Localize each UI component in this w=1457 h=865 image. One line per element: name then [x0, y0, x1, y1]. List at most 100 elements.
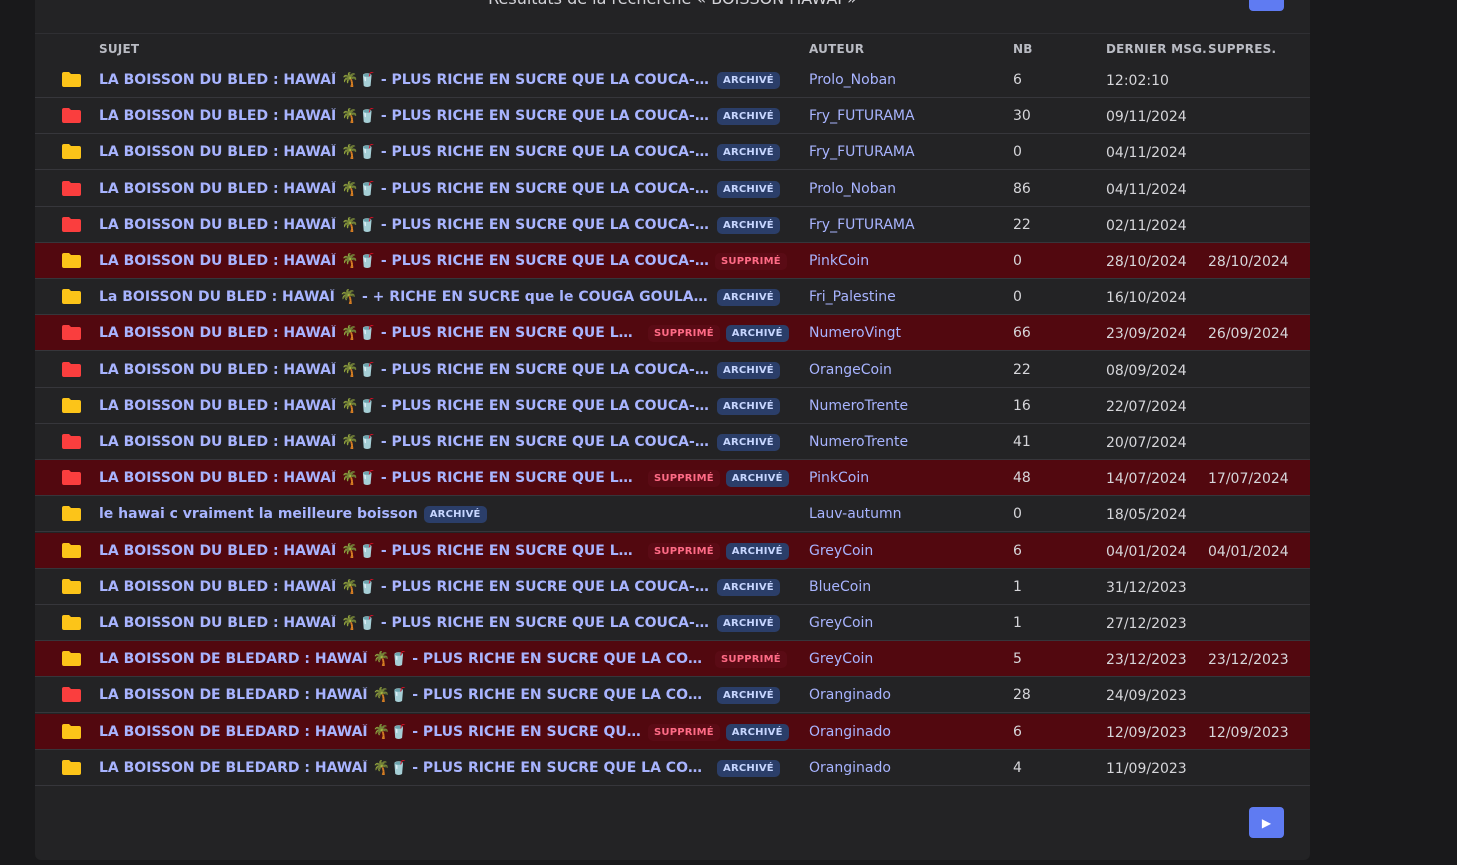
topic-author[interactable]: Fry_FUTURAMA [809, 108, 915, 124]
topic-link[interactable]: LA BOISSON DE BLEDARD : HAWAÏ 🌴🥤 - PLUS … [99, 687, 711, 703]
topic-link[interactable]: LA BOISSON DU BLED : HAWAÏ 🌴🥤 - PLUS RIC… [99, 470, 642, 486]
top-pagination-button[interactable] [1249, 0, 1284, 11]
topic-author[interactable]: GreyCoin [809, 615, 873, 631]
topic-row[interactable]: LA BOISSON DU BLED : HAWAÏ 🌴🥤 - PLUS RIC… [35, 62, 1310, 98]
column-header-subject[interactable]: SUJET [99, 42, 139, 56]
next-page-button[interactable]: ▶ [1249, 807, 1284, 838]
topic-row[interactable]: le hawai c vraiment la meilleure boisson… [35, 496, 1310, 532]
topic-link[interactable]: LA BOISSON DU BLED : HAWAÏ 🌴🥤 - PLUS RIC… [99, 579, 711, 595]
topic-last-message[interactable]: 12/09/2023 [1106, 725, 1187, 741]
topic-link[interactable]: LA BOISSON DU BLED : HAWAÏ 🌴🥤 - PLUS RIC… [99, 325, 642, 341]
column-header-last-message[interactable]: DERNIER MSG. [1106, 42, 1207, 56]
topic-subject: LA BOISSON DU BLED : HAWAÏ 🌴🥤 - PLUS RIC… [99, 541, 789, 561]
topic-link[interactable]: LA BOISSON DE BLEDARD : HAWAÏ 🌴🥤 - PLUS … [99, 724, 642, 740]
topic-last-message[interactable]: 31/12/2023 [1106, 580, 1187, 596]
topic-link[interactable]: LA BOISSON DU BLED : HAWAÏ 🌴🥤 - PLUS RIC… [99, 362, 711, 378]
topic-last-message[interactable]: 09/11/2024 [1106, 109, 1187, 125]
topic-row[interactable]: LA BOISSON DU BLED : HAWAÏ 🌴🥤 - PLUS RIC… [35, 460, 1310, 496]
topic-link[interactable]: LA BOISSON DU BLED : HAWAÏ 🌴🥤 - PLUS RIC… [99, 144, 711, 160]
topic-author[interactable]: GreyCoin [809, 543, 873, 559]
topic-author[interactable]: BlueCoin [809, 579, 871, 595]
topic-link[interactable]: LA BOISSON DU BLED : HAWAÏ 🌴🥤 - PLUS RIC… [99, 108, 711, 124]
topic-subject: LA BOISSON DE BLEDARD : HAWAÏ 🌴🥤 - PLUS … [99, 722, 789, 742]
folder-icon [62, 72, 81, 87]
topic-author[interactable]: GreyCoin [809, 651, 873, 667]
topic-last-message[interactable]: 22/07/2024 [1106, 399, 1187, 415]
topic-link[interactable]: LA BOISSON DU BLED : HAWAÏ 🌴🥤 - PLUS RIC… [99, 398, 711, 414]
topic-last-message[interactable]: 14/07/2024 [1106, 471, 1187, 487]
topic-author[interactable]: Fry_FUTURAMA [809, 144, 915, 160]
topic-author[interactable]: Prolo_Noban [809, 181, 896, 197]
topic-link[interactable]: LA BOISSON DU BLED : HAWAÏ 🌴🥤 - PLUS RIC… [99, 253, 709, 269]
topic-author[interactable]: Oranginado [809, 687, 891, 703]
topic-row[interactable]: LA BOISSON DU BLED : HAWAÏ 🌴🥤 - PLUS RIC… [35, 315, 1310, 351]
topic-last-message[interactable]: 18/05/2024 [1106, 507, 1187, 523]
topic-author[interactable]: Oranginado [809, 760, 891, 776]
topic-link[interactable]: LA BOISSON DU BLED : HAWAÏ 🌴🥤 - PLUS RIC… [99, 434, 711, 450]
topic-deleted-date: 23/12/2023 [1208, 652, 1289, 668]
topic-last-message[interactable]: 04/11/2024 [1106, 145, 1187, 161]
topic-author[interactable]: Lauv-autumn [809, 506, 902, 522]
archived-badge: ARCHIVÉ [717, 107, 780, 125]
topic-last-message[interactable]: 12:02:10 [1106, 73, 1169, 89]
topic-link[interactable]: LA BOISSON DE BLEDARD : HAWAÏ 🌴🥤 - PLUS … [99, 651, 709, 667]
topic-last-message[interactable]: 23/09/2024 [1106, 326, 1187, 342]
topic-subject: LA BOISSON DU BLED : HAWAÏ 🌴🥤 - PLUS RIC… [99, 613, 780, 633]
play-icon: ▶ [1261, 815, 1272, 830]
topic-last-message[interactable]: 04/11/2024 [1106, 182, 1187, 198]
topic-author[interactable]: NumeroTrente [809, 434, 908, 450]
folder-icon [62, 724, 81, 739]
topic-row[interactable]: LA BOISSON DU BLED : HAWAÏ 🌴🥤 - PLUS RIC… [35, 569, 1310, 605]
archived-badge: ARCHIVÉ [717, 759, 780, 777]
topic-last-message[interactable]: 11/09/2023 [1106, 761, 1187, 777]
topic-last-message[interactable]: 08/09/2024 [1106, 363, 1187, 379]
topic-row[interactable]: LA BOISSON DE BLEDARD : HAWAÏ 🌴🥤 - PLUS … [35, 641, 1310, 677]
topic-last-message[interactable]: 20/07/2024 [1106, 435, 1187, 451]
topic-row[interactable]: LA BOISSON DU BLED : HAWAÏ 🌴🥤 - PLUS RIC… [35, 533, 1310, 569]
column-header-count[interactable]: NB [1013, 42, 1033, 56]
archived-badge: ARCHIVÉ [717, 614, 780, 632]
topic-link[interactable]: LA BOISSON DU BLED : HAWAÏ 🌴🥤 - PLUS RIC… [99, 217, 711, 233]
topic-row[interactable]: La BOISSON DU BLED : HAWAÏ 🌴 - + RICHE E… [35, 279, 1310, 315]
topic-author[interactable]: PinkCoin [809, 253, 869, 269]
topic-link[interactable]: LA BOISSON DU BLED : HAWAÏ 🌴🥤 - PLUS RIC… [99, 615, 711, 631]
topic-row[interactable]: LA BOISSON DE BLEDARD : HAWAÏ 🌴🥤 - PLUS … [35, 677, 1310, 713]
topic-author[interactable]: Oranginado [809, 724, 891, 740]
topic-row[interactable]: LA BOISSON DE BLEDARD : HAWAÏ 🌴🥤 - PLUS … [35, 750, 1310, 786]
topic-link[interactable]: LA BOISSON DU BLED : HAWAÏ 🌴🥤 - PLUS RIC… [99, 72, 711, 88]
topic-row[interactable]: LA BOISSON DU BLED : HAWAÏ 🌴🥤 - PLUS RIC… [35, 98, 1310, 134]
topic-link[interactable]: LA BOISSON DU BLED : HAWAÏ 🌴🥤 - PLUS RIC… [99, 543, 642, 559]
topic-row[interactable]: LA BOISSON DU BLED : HAWAÏ 🌴🥤 - PLUS RIC… [35, 243, 1310, 279]
topic-author[interactable]: PinkCoin [809, 470, 869, 486]
topic-message-count: 6 [1013, 724, 1022, 740]
topic-last-message[interactable]: 28/10/2024 [1106, 254, 1187, 270]
topic-row[interactable]: LA BOISSON DU BLED : HAWAÏ 🌴🥤 - PLUS RIC… [35, 352, 1310, 388]
topic-author[interactable]: NumeroTrente [809, 398, 908, 414]
topic-author[interactable]: Fri_Palestine [809, 289, 896, 305]
topic-last-message[interactable]: 16/10/2024 [1106, 290, 1187, 306]
folder-icon [62, 651, 81, 666]
topic-author[interactable]: OrangeCoin [809, 362, 892, 378]
topic-author[interactable]: Prolo_Noban [809, 72, 896, 88]
topic-author[interactable]: Fry_FUTURAMA [809, 217, 915, 233]
topic-last-message[interactable]: 23/12/2023 [1106, 652, 1187, 668]
topic-row[interactable]: LA BOISSON DE BLEDARD : HAWAÏ 🌴🥤 - PLUS … [35, 714, 1310, 750]
topic-row[interactable]: LA BOISSON DU BLED : HAWAÏ 🌴🥤 - PLUS RIC… [35, 207, 1310, 243]
topic-last-message[interactable]: 24/09/2023 [1106, 688, 1187, 704]
column-header-deleted[interactable]: SUPPRES. [1208, 42, 1276, 56]
topic-row[interactable]: LA BOISSON DU BLED : HAWAÏ 🌴🥤 - PLUS RIC… [35, 388, 1310, 424]
topic-row[interactable]: LA BOISSON DU BLED : HAWAÏ 🌴🥤 - PLUS RIC… [35, 424, 1310, 460]
topic-subject: LA BOISSON DU BLED : HAWAÏ 🌴🥤 - PLUS RIC… [99, 577, 780, 597]
topic-row[interactable]: LA BOISSON DU BLED : HAWAÏ 🌴🥤 - PLUS RIC… [35, 605, 1310, 641]
topic-last-message[interactable]: 04/01/2024 [1106, 544, 1187, 560]
topic-author[interactable]: NumeroVingt [809, 325, 901, 341]
topic-last-message[interactable]: 27/12/2023 [1106, 616, 1187, 632]
topic-row[interactable]: LA BOISSON DU BLED : HAWAÏ 🌴🥤 - PLUS RIC… [35, 134, 1310, 170]
topic-link[interactable]: le hawai c vraiment la meilleure boisson [99, 506, 418, 522]
topic-link[interactable]: La BOISSON DU BLED : HAWAÏ 🌴 - + RICHE E… [99, 289, 711, 305]
column-header-author[interactable]: AUTEUR [809, 42, 864, 56]
topic-last-message[interactable]: 02/11/2024 [1106, 218, 1187, 234]
topic-link[interactable]: LA BOISSON DU BLED : HAWAÏ 🌴🥤 - PLUS RIC… [99, 181, 711, 197]
topic-row[interactable]: LA BOISSON DU BLED : HAWAÏ 🌴🥤 - PLUS RIC… [35, 171, 1310, 207]
topic-link[interactable]: LA BOISSON DE BLEDARD : HAWAÏ 🌴🥤 - PLUS … [99, 760, 711, 776]
